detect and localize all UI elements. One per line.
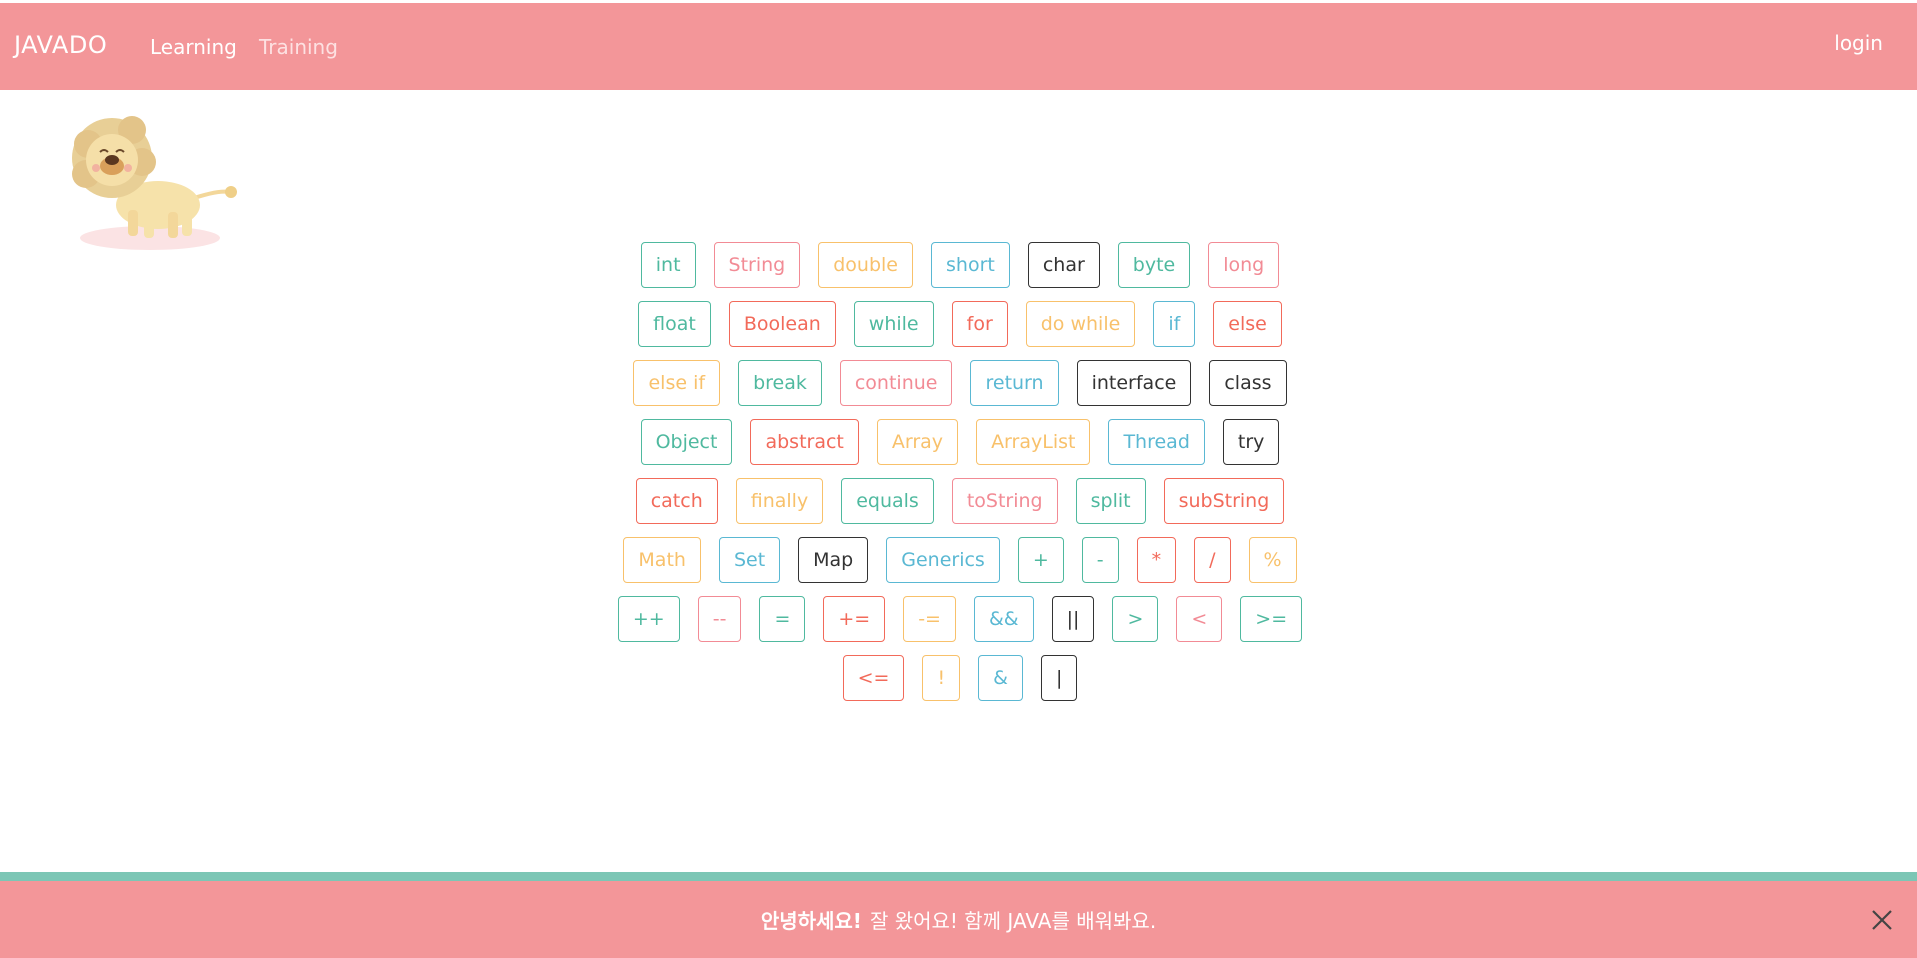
keyword-tag[interactable]: subString [1163, 478, 1285, 524]
keyword-tag[interactable]: equals [841, 478, 934, 524]
keyword-tag[interactable]: continue [839, 360, 953, 406]
keyword-tag[interactable]: Thread [1108, 419, 1205, 465]
keyword-tag[interactable]: % [1248, 537, 1297, 583]
keyword-tag[interactable]: for [951, 301, 1008, 347]
keyword-tag[interactable]: break [738, 360, 822, 406]
nav-link-learning[interactable]: Learning [150, 35, 237, 59]
brand-logo[interactable]: JAVADO [14, 31, 107, 59]
keyword-tag[interactable]: > [1112, 596, 1159, 642]
keyword-tag[interactable]: Math [623, 537, 701, 583]
keyword-tag[interactable]: < [1176, 596, 1223, 642]
keyword-tag[interactable]: -= [903, 596, 956, 642]
keyword-tag[interactable]: byte [1117, 242, 1191, 288]
keyword-tag[interactable]: Boolean [728, 301, 836, 347]
keyword-tag[interactable]: abstract [750, 419, 859, 465]
nav-link-training[interactable]: Training [259, 35, 338, 59]
keyword-tag[interactable]: ++ [617, 596, 680, 642]
keyword-tag[interactable]: / [1194, 537, 1231, 583]
keyword-tag[interactable]: char [1027, 242, 1100, 288]
keyword-tag[interactable]: || [1051, 596, 1095, 642]
keyword-tag[interactable]: try [1222, 419, 1280, 465]
keyword-tag[interactable]: short [931, 242, 1010, 288]
keyword-tag[interactable]: String [713, 242, 801, 288]
lion-mascot [72, 116, 237, 250]
keyword-tag[interactable]: float [638, 301, 711, 347]
keyword-tag[interactable]: Set [718, 537, 781, 583]
keyword-tag[interactable]: interface [1076, 360, 1192, 406]
keyword-tag[interactable]: return [970, 360, 1059, 406]
keyword-tag[interactable]: catch [635, 478, 718, 524]
keyword-tag[interactable]: ! [922, 655, 961, 701]
keyword-tag-list: int String double short char byte long float Boo… [600, 242, 1320, 701]
keyword-tag[interactable]: - [1081, 537, 1119, 583]
keyword-tag[interactable]: <= [842, 655, 905, 701]
keyword-tag[interactable]: = [759, 596, 806, 642]
keyword-tag[interactable]: & [978, 655, 1023, 701]
keyword-tag[interactable]: ArrayList [976, 419, 1091, 465]
footer-strip [0, 872, 1917, 881]
close-icon[interactable] [1867, 905, 1897, 935]
keyword-tag[interactable]: Array [876, 419, 959, 465]
banner-greeting: 안녕하세요! [760, 909, 862, 933]
keyword-tag[interactable]: += [823, 596, 886, 642]
keyword-tag[interactable]: while [853, 301, 934, 347]
banner-message: 잘 왔어요! 함께 JAVA를 배워봐요. [869, 909, 1157, 933]
keyword-tag[interactable]: finally [735, 478, 824, 524]
keyword-tag[interactable]: >= [1240, 596, 1303, 642]
keyword-tag[interactable]: else [1213, 301, 1282, 347]
keyword-tag[interactable]: toString [951, 478, 1058, 524]
welcome-banner: 안녕하세요! 잘 왔어요! 함께 JAVA를 배워봐요. [0, 881, 1917, 958]
keyword-tag[interactable]: Map [798, 537, 869, 583]
keyword-tag[interactable]: + [1017, 537, 1064, 583]
keyword-tag[interactable]: -- [697, 596, 742, 642]
keyword-tag[interactable]: if [1153, 301, 1196, 347]
keyword-tag[interactable]: && [973, 596, 1034, 642]
keyword-tag[interactable]: do while [1025, 301, 1136, 347]
keyword-tag[interactable]: * [1136, 537, 1177, 583]
keyword-tag[interactable]: else if [633, 360, 721, 406]
keyword-tag[interactable]: double [818, 242, 913, 288]
login-link[interactable]: login [1834, 31, 1883, 55]
keyword-tag[interactable]: long [1208, 242, 1280, 288]
keyword-tag[interactable]: class [1209, 360, 1287, 406]
keyword-tag[interactable]: Generics [886, 537, 1000, 583]
keyword-tag[interactable]: split [1075, 478, 1146, 524]
keyword-tag[interactable]: Object [640, 419, 733, 465]
keyword-tag[interactable]: | [1040, 655, 1078, 701]
navbar: JAVADO Learning Training login [0, 3, 1917, 90]
keyword-tag[interactable]: int [640, 242, 696, 288]
